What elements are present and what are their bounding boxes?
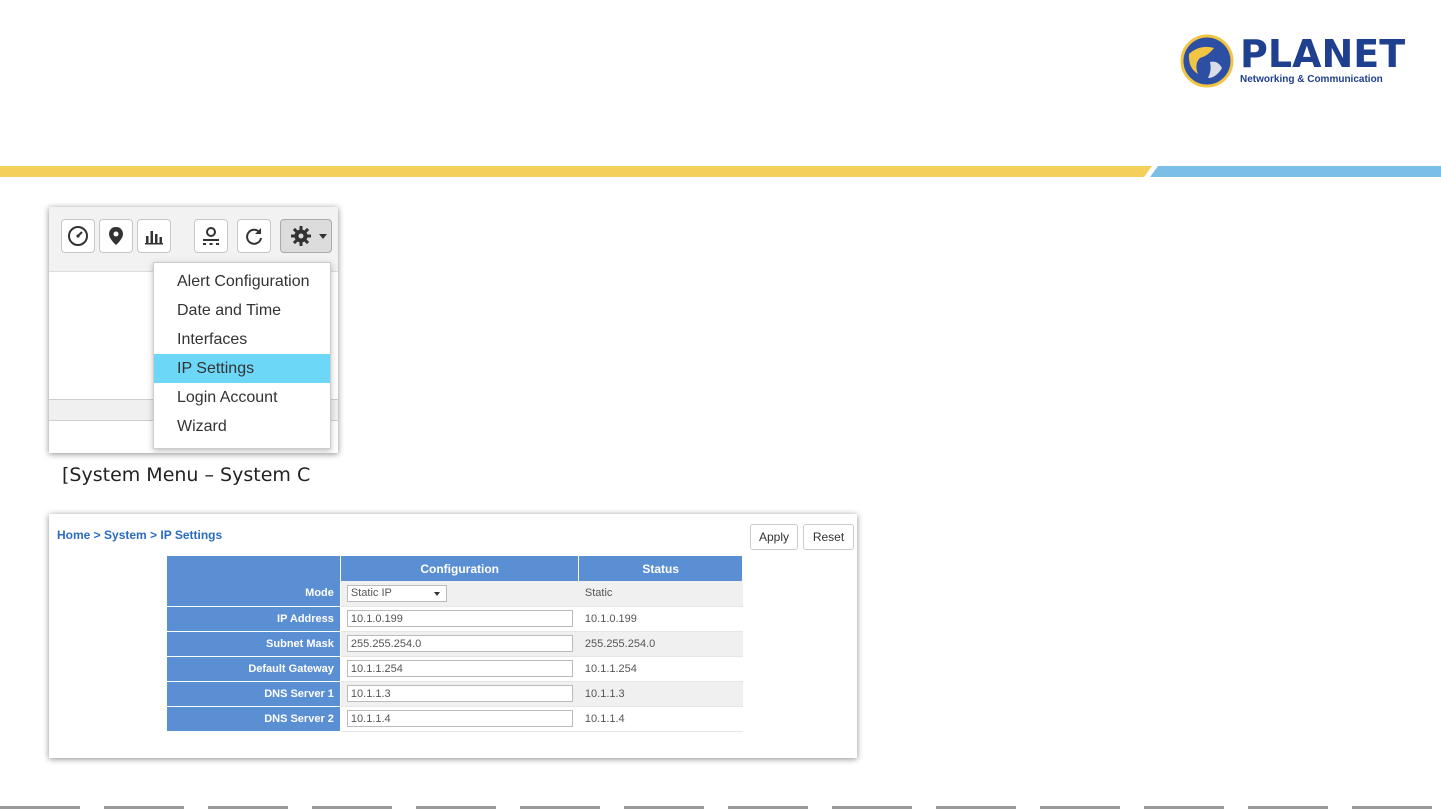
brand-wordmark: PLANET (1240, 32, 1406, 76)
dns-server-1-label: DNS Server 1 (167, 681, 341, 707)
map-button[interactable] (99, 219, 133, 253)
dns-server-2-label: DNS Server 2 (167, 706, 341, 732)
menu-item-date-and-time[interactable]: Date and Time (154, 296, 330, 325)
statistics-button[interactable] (137, 219, 171, 253)
menu-item-ip-settings[interactable]: IP Settings (154, 354, 330, 383)
mode-select-value: Static IP (350, 586, 392, 599)
figure-caption: [System Menu – System C (62, 464, 311, 486)
globe-icon (1180, 34, 1234, 88)
table-row: Subnet Mask 255.255.254.0 255.255.254.0 (167, 631, 743, 657)
menu-item-wizard[interactable]: Wizard (154, 412, 330, 441)
column-header-label (167, 556, 341, 581)
footer-divider (0, 806, 1441, 809)
system-menu-screenshot: Alert Configuration Date and Time Interf… (49, 207, 338, 453)
subnet-mask-status: 255.255.254.0 (578, 631, 743, 657)
bar-chart-icon (145, 231, 163, 245)
table-row: Default Gateway 10.1.1.254 10.1.1.254 (167, 656, 743, 682)
system-menu-button[interactable] (280, 219, 332, 253)
refresh-button[interactable] (237, 219, 271, 253)
ip-address-status: 10.1.0.199 (578, 606, 743, 632)
table-header-row: Configuration Status (167, 556, 743, 581)
mode-select[interactable]: Static IP (346, 584, 447, 602)
ip-address-label: IP Address (167, 606, 341, 632)
dropdown-arrow-icon (433, 591, 440, 596)
column-header-status: Status (578, 556, 743, 581)
dns-server-1-input[interactable]: 10.1.1.3 (346, 685, 573, 702)
reset-button[interactable]: Reset (803, 524, 854, 550)
ip-settings-screenshot: Home > System > IP Settings Apply Reset … (49, 514, 857, 758)
table-row: DNS Server 2 10.1.1.4 10.1.1.4 (167, 706, 743, 732)
chevron-down-icon (319, 234, 327, 239)
menu-item-login-account[interactable]: Login Account (154, 383, 330, 412)
table-row: DNS Server 1 10.1.1.3 10.1.1.3 (167, 681, 743, 707)
mode-status: Static (578, 581, 743, 607)
column-header-configuration: Configuration (340, 556, 580, 581)
dashboard-icon (68, 226, 88, 246)
topology-icon (203, 227, 219, 245)
subnet-mask-label: Subnet Mask (167, 631, 341, 657)
ip-address-input[interactable]: 10.1.0.199 (346, 610, 573, 627)
subnet-mask-input[interactable]: 255.255.254.0 (346, 635, 573, 652)
brand-tagline: Networking & Communication (1240, 74, 1383, 85)
planet-logo: PLANET Networking & Communication (1180, 34, 1405, 90)
table-row: Mode Static IP Static (167, 581, 743, 607)
dns-server-1-status: 10.1.1.3 (578, 681, 743, 707)
dns-server-2-status: 10.1.1.4 (578, 706, 743, 732)
system-dropdown-menu: Alert Configuration Date and Time Interf… (153, 262, 331, 449)
header-stripe-yellow (0, 166, 1152, 177)
header-stripe-blue (1150, 166, 1441, 177)
menu-item-alert-configuration[interactable]: Alert Configuration (154, 267, 330, 296)
default-gateway-input[interactable]: 10.1.1.254 (346, 660, 573, 677)
apply-button[interactable]: Apply (750, 524, 798, 550)
gear-icon (291, 226, 311, 246)
breadcrumb[interactable]: Home > System > IP Settings (57, 528, 222, 542)
table-row: IP Address 10.1.0.199 10.1.0.199 (167, 606, 743, 632)
dns-server-2-input[interactable]: 10.1.1.4 (346, 710, 573, 727)
menu-item-interfaces[interactable]: Interfaces (154, 325, 330, 354)
mode-label: Mode (167, 581, 341, 607)
ip-settings-table: Configuration Status Mode Static IP Stat… (167, 556, 743, 732)
default-gateway-label: Default Gateway (167, 656, 341, 682)
dashboard-button[interactable] (61, 219, 95, 253)
default-gateway-status: 10.1.1.254 (578, 656, 743, 682)
topology-button[interactable] (194, 219, 228, 253)
refresh-icon (246, 228, 262, 245)
map-pin-icon (109, 227, 123, 245)
